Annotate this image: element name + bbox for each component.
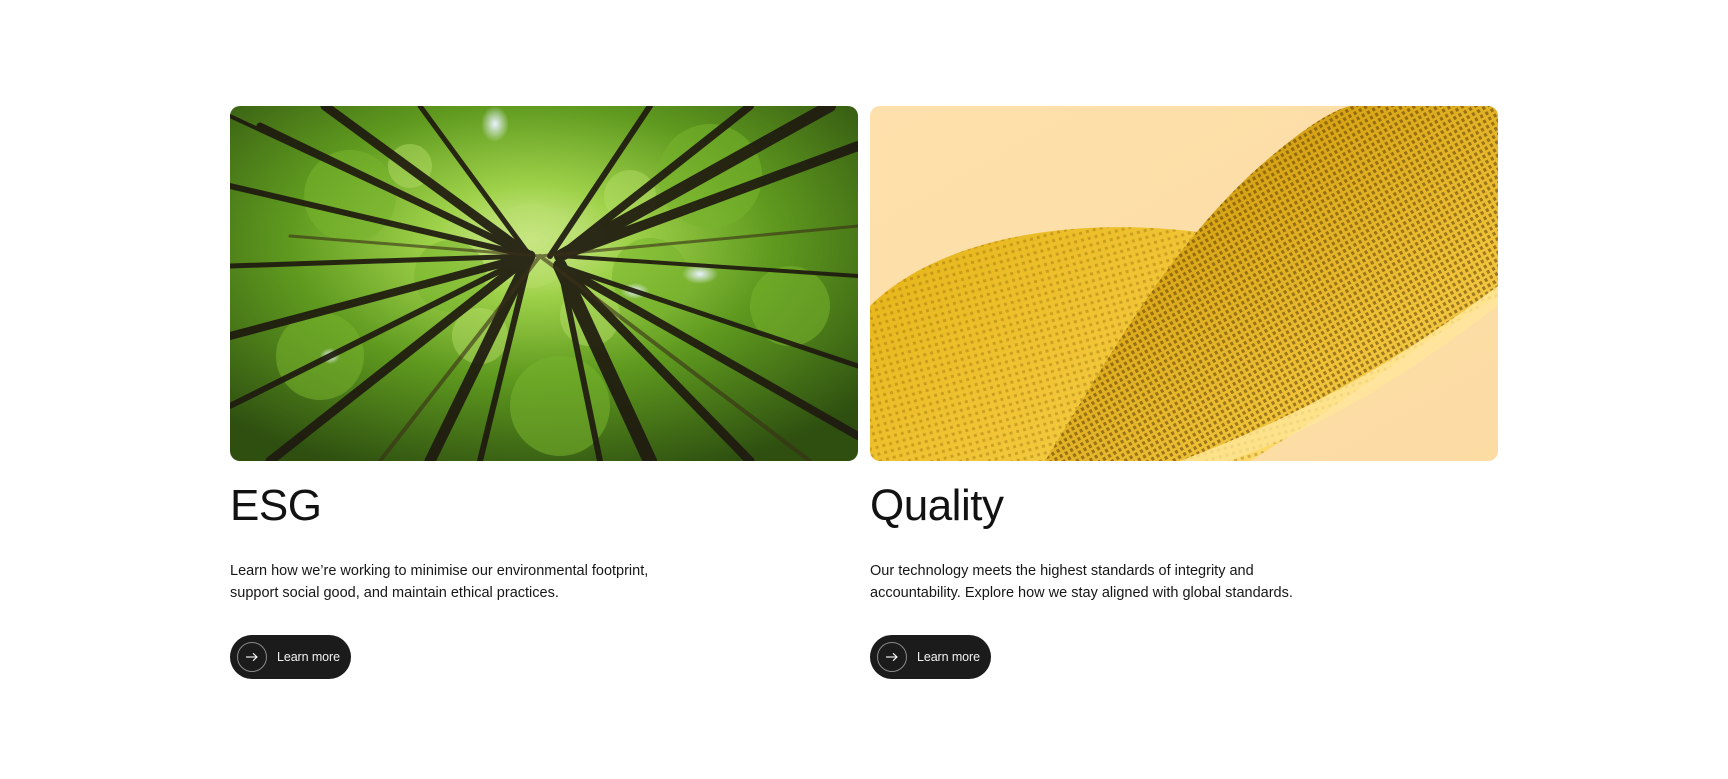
learn-more-button[interactable]: Learn more bbox=[230, 635, 351, 679]
arrow-right-icon bbox=[877, 642, 907, 672]
esg-card: ESG Learn how we’re working to minimise … bbox=[230, 106, 858, 679]
quality-card: Quality Our technology meets the highest… bbox=[870, 106, 1498, 679]
card-description: Our technology meets the highest standar… bbox=[870, 563, 1293, 601]
card-title: Quality bbox=[870, 481, 1004, 530]
forest-canopy-image bbox=[230, 106, 858, 461]
golden-mesh-image bbox=[870, 106, 1498, 461]
arrow-right-icon bbox=[237, 642, 267, 672]
card-title: ESG bbox=[230, 481, 322, 530]
card-description: Learn how we’re working to minimise our … bbox=[230, 563, 649, 601]
learn-more-label: Learn more bbox=[277, 650, 340, 664]
learn-more-label: Learn more bbox=[917, 650, 980, 664]
learn-more-button[interactable]: Learn more bbox=[870, 635, 991, 679]
